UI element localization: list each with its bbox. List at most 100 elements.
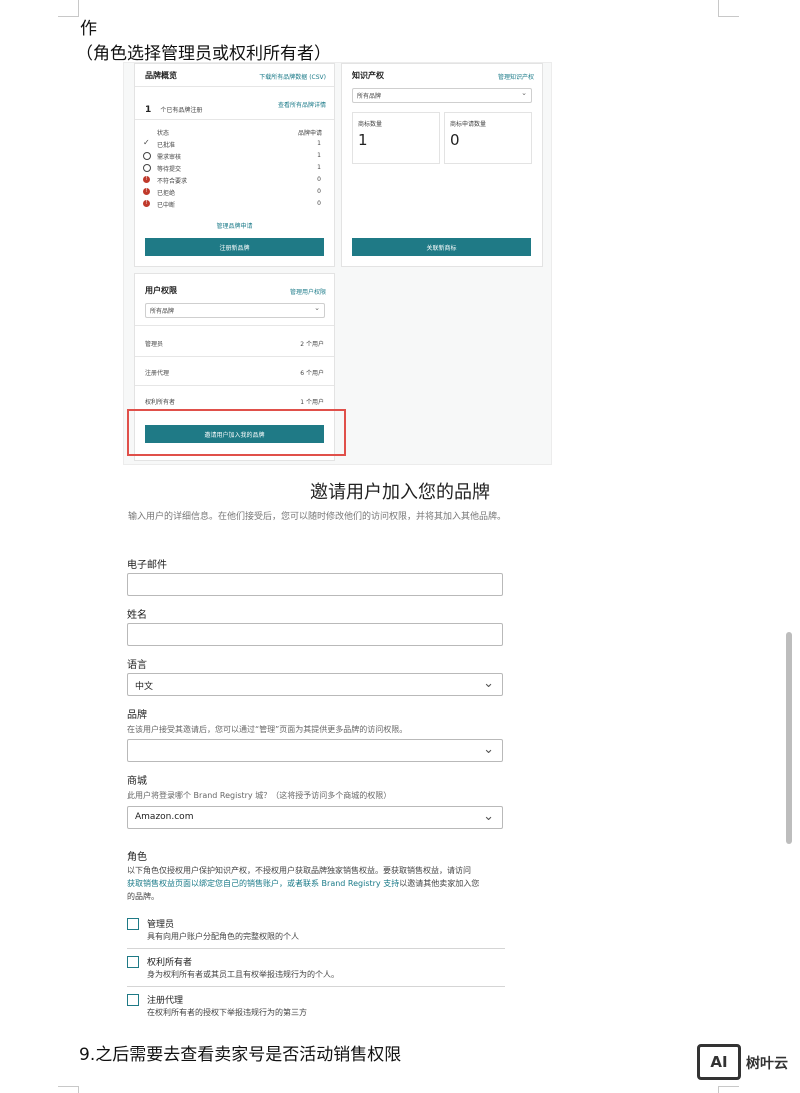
permission-row-value: 1 个用户 [300, 399, 324, 406]
manage-user-permissions-link[interactable]: 管理用户权限 [290, 287, 326, 296]
chevron-down-icon: ⌄ [314, 304, 320, 312]
doc-line-1: 作 [80, 19, 97, 39]
role-help-line-1: 以下角色仅授权用户保护知识产权，不授权用户获取品牌独家销售权益。要获取销售权益，… [127, 866, 471, 875]
chevron-down-icon: ⌄ [521, 89, 527, 97]
embedded-screenshot: 品牌概览 下载所有品牌数据 (CSV) 1 个已有品牌注册 查看所有品牌详情 状… [123, 62, 552, 465]
invite-form-title: 邀请用户加入您的品牌 [310, 482, 490, 503]
brand-overview-title: 品牌概览 [145, 71, 177, 80]
permission-row-label: 注册代理 [145, 370, 170, 377]
trademark-count-box: 商标数量 1 [352, 112, 440, 164]
permission-row-label: 管理员 [145, 341, 164, 348]
clock-icon [143, 152, 151, 160]
trademark-application-box: 商标申请数量 0 [444, 112, 532, 164]
status-count: 1 [317, 152, 321, 159]
divider [135, 325, 334, 326]
status-count: 0 [317, 176, 321, 183]
brand-overview-card: 品牌概览 下载所有品牌数据 (CSV) 1 个已有品牌注册 查看所有品牌详情 状… [134, 63, 335, 267]
doc-step-9: 9.之后需要去查看卖家号是否活动销售权限 [79, 1045, 402, 1065]
brand-registry-support-link[interactable]: Brand Registry 支持 [322, 879, 400, 888]
divider [127, 986, 505, 987]
brand-select[interactable]: ⌄ [127, 739, 503, 762]
language-select-value: 中文 [135, 682, 154, 692]
chevron-down-icon: ⌄ [483, 676, 494, 691]
scrollbar[interactable] [786, 632, 792, 844]
marketplace-select[interactable]: Amazon.com ⌄ [127, 806, 503, 829]
status-row: 需求审核 1 [143, 151, 321, 163]
corner-mark-top-right [718, 0, 739, 17]
user-permissions-brand-select-value: 所有品牌 [150, 308, 175, 315]
user-permissions-brand-select[interactable]: 所有品牌 ⌄ [145, 303, 325, 318]
brand-count: 1 [145, 105, 152, 115]
status-column-header: 状态 [157, 130, 170, 137]
admin-role-title: 管理员 [147, 920, 175, 930]
status-label: 已批准 [157, 142, 176, 149]
watermark-text: 树叶云 [746, 1056, 788, 1072]
alert-icon: ! [143, 188, 150, 195]
status-count: 0 [317, 188, 321, 195]
trademark-application-label: 商标申请数量 [450, 121, 487, 128]
trademark-application-value: 0 [450, 131, 460, 149]
alert-icon: ! [143, 200, 150, 207]
divider [135, 385, 334, 386]
registered-agent-role-title: 注册代理 [147, 996, 184, 1006]
status-label: 等待提交 [157, 166, 182, 173]
status-label: 已拒绝 [157, 190, 176, 197]
name-field[interactable] [127, 623, 503, 646]
name-label: 姓名 [127, 610, 147, 621]
registered-agent-role-checkbox[interactable] [127, 994, 139, 1006]
role-help-line-3: 的品牌。 [127, 892, 159, 901]
doc-line-2: （角色选择管理员或权利所有者） [76, 44, 331, 64]
rights-owner-role-title: 权利所有者 [147, 958, 193, 968]
role-help-line-2: 获取销售权益页面以绑定您自己的销售账户，或者联系 Brand Registry … [127, 878, 479, 889]
get-sales-rights-link[interactable]: 获取销售权益页面以绑定您自己的销售账户，或者联系 [127, 879, 322, 888]
clock-icon [143, 164, 151, 172]
status-count: 1 [317, 164, 321, 171]
marketplace-select-value: Amazon.com [135, 812, 194, 822]
register-brand-button[interactable]: 注册新品牌 [145, 238, 324, 256]
check-icon: ✓ [143, 138, 150, 147]
trademark-count-value: 1 [358, 131, 368, 149]
admin-role-checkbox[interactable] [127, 918, 139, 930]
email-label: 电子邮件 [127, 560, 167, 571]
ip-title: 知识产权 [352, 71, 384, 80]
role-label: 角色 [127, 852, 147, 863]
requests-column-header: 品牌申请 [297, 130, 322, 137]
watermark-logo: AI [697, 1044, 741, 1080]
registered-agent-role-desc: 在权利所有者的授权下举报违规行为的第三方 [147, 1008, 307, 1017]
permission-row-value: 2 个用户 [300, 341, 324, 348]
status-row: ! 已拒绝 0 [143, 187, 321, 199]
permission-row-label: 权利所有者 [145, 399, 176, 406]
rights-owner-role-checkbox[interactable] [127, 956, 139, 968]
role-help-line-2-tail: 以邀请其他卖家加入您 [399, 879, 480, 888]
status-count: 0 [317, 200, 321, 207]
link-trademark-button[interactable]: 关联新商标 [352, 238, 531, 256]
marketplace-label: 商城 [127, 776, 147, 787]
status-label: 不符合要求 [157, 178, 188, 185]
status-row: 等待提交 1 [143, 163, 321, 175]
email-field[interactable] [127, 573, 503, 596]
manage-brand-requests-link[interactable]: 管理品牌申请 [135, 221, 334, 230]
chevron-down-icon: ⌄ [483, 742, 494, 757]
user-permissions-title: 用户权限 [145, 286, 177, 295]
status-label: 需求审核 [157, 154, 182, 161]
invite-form-description: 输入用户的详细信息。在他们接受后，您可以随时修改他们的访问权限，并将其加入其他品… [127, 512, 506, 522]
status-label: 已中断 [157, 202, 176, 209]
ip-card: 知识产权 管理知识产权 所有品牌 ⌄ 商标数量 1 商标申请数量 0 关联新商标 [341, 63, 543, 267]
marketplace-help-text: 此用户将登录哪个 Brand Registry 城？（这将授予访问多个商城的权限… [127, 791, 392, 800]
status-row: ! 不符合要求 0 [143, 175, 321, 187]
admin-role-desc: 具有向用户账户分配角色的完整权限的个人 [147, 932, 299, 941]
chevron-down-icon: ⌄ [483, 809, 494, 824]
divider [135, 119, 334, 120]
ip-brand-select[interactable]: 所有品牌 ⌄ [352, 88, 532, 103]
status-row: ✓ 已批准 1 [143, 138, 321, 151]
brand-help-text: 在该用户接受其邀请后，您可以通过“管理”页面为其提供更多品牌的访问权限。 [127, 725, 408, 734]
brand-count-label: 个已有品牌注册 [160, 107, 203, 114]
download-brands-link[interactable]: 下载所有品牌数据 (CSV) [259, 72, 326, 81]
manage-ip-link[interactable]: 管理知识产权 [498, 72, 534, 81]
divider [135, 356, 334, 357]
divider [127, 948, 505, 949]
alert-icon: ! [143, 176, 150, 183]
view-brands-link[interactable]: 查看所有品牌详情 [278, 100, 326, 109]
ip-brand-select-value: 所有品牌 [357, 93, 382, 100]
language-select[interactable]: 中文 ⌄ [127, 673, 503, 696]
